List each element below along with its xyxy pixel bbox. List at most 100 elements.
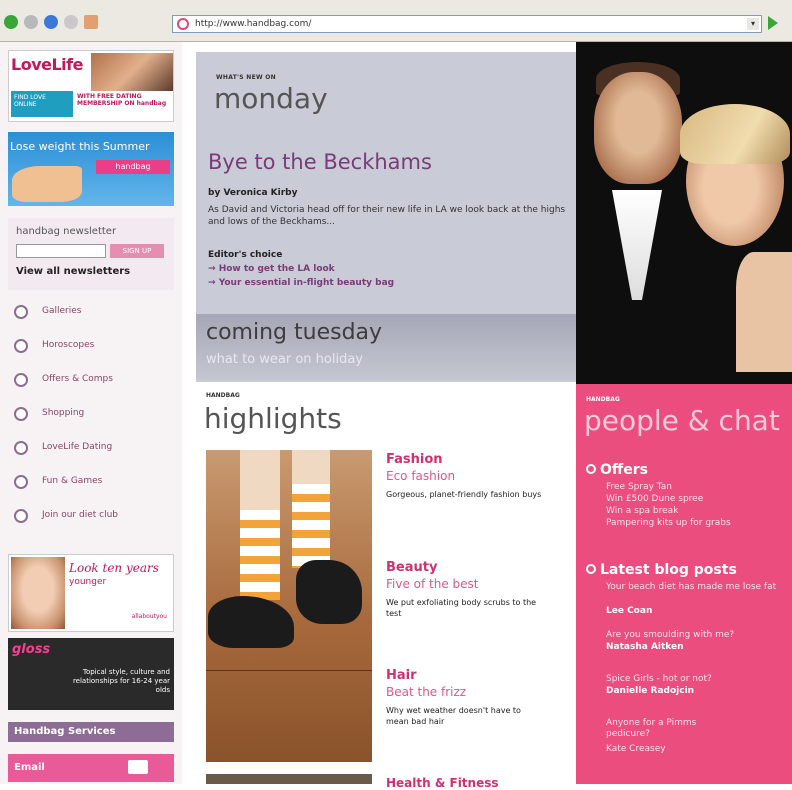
gloss-logo: gloss: [12, 642, 51, 657]
summer-banner[interactable]: Lose weight this Summer handbag: [8, 132, 174, 206]
coming-tuesday-bar[interactable]: coming tuesday what to wear on holiday: [196, 314, 576, 380]
people-chat-panel: HANDBAG people & chat Offers Free Spray …: [576, 384, 792, 784]
back-icon[interactable]: [4, 15, 18, 29]
favicon-icon: [177, 18, 189, 30]
sidebar-nav: Galleries Horoscopes Offers & Comps Shop…: [8, 300, 174, 550]
category-subtitle: Beat the frizz: [386, 685, 467, 699]
offers-heading[interactable]: Offers: [586, 462, 648, 478]
sneakers-photo[interactable]: [206, 450, 372, 762]
sock-shape: [292, 484, 330, 568]
blog-author[interactable]: Danielle Radojcin: [606, 686, 694, 696]
summer-brand: handbag: [96, 160, 170, 174]
sidebar-item-horoscopes[interactable]: Horoscopes: [8, 334, 174, 360]
editors-link[interactable]: → How to get the LA look: [208, 264, 335, 274]
lovelife-left-text: FIND LOVE ONLINE: [11, 91, 73, 117]
dating-icon: [14, 441, 28, 455]
offer-link[interactable]: Win £500 Dune spree: [606, 494, 703, 505]
blog-post-link[interactable]: Your beach diet has made me lose fat: [606, 582, 786, 593]
sidebar-item-label: Horoscopes: [42, 340, 95, 350]
people-chat-prefix: HANDBAG: [586, 396, 620, 403]
sidebar: LoveLife FIND LOVE ONLINE WITH FREE DATI…: [0, 42, 182, 784]
dropdown-icon[interactable]: ▾: [747, 18, 759, 30]
sidebar-item-label: Offers & Comps: [42, 374, 113, 384]
offer-link[interactable]: Pampering kits up for grabs: [606, 518, 731, 529]
blog-post-link[interactable]: Are you smoulding with me?: [606, 630, 734, 641]
nav-buttons: [4, 13, 98, 31]
editors-link-text: How to get the LA look: [218, 264, 335, 274]
day-title: monday: [214, 82, 328, 115]
shoulder-shape: [736, 252, 792, 372]
blog-author[interactable]: Lee Coan: [606, 606, 652, 616]
gloss-description: Topical style, culture and relationships…: [72, 668, 170, 694]
category-title: Fashion: [386, 452, 443, 467]
sidebar-item-fun-games[interactable]: Fun & Games: [8, 470, 174, 496]
newsletter-email-input[interactable]: [16, 244, 106, 258]
handbag-services-header: Handbag Services: [8, 722, 174, 742]
sidebar-item-galleries[interactable]: Galleries: [8, 300, 174, 326]
offer-link[interactable]: Free Spray Tan: [606, 482, 672, 493]
category-desc: We put exfoliating body scrubs to the te…: [386, 598, 537, 618]
couple-photo: [91, 53, 173, 91]
summer-banner-title: Lose weight this Summer: [10, 140, 150, 153]
highlights-prefix: HANDBAG: [206, 392, 240, 399]
address-text: http://www.handbag.com/: [195, 19, 312, 29]
address-bar[interactable]: http://www.handbag.com/ ▾: [172, 15, 762, 33]
sock-shape: [240, 510, 280, 600]
beach-photo: [12, 166, 82, 202]
shirt-shape: [612, 190, 662, 300]
sidebar-item-offers[interactable]: Offers & Comps: [8, 368, 174, 394]
shopping-icon: [14, 407, 28, 421]
look-title: Look ten years: [69, 561, 159, 575]
standfirst: As David and Victoria head off for their…: [208, 205, 566, 227]
look-younger-banner[interactable]: Look ten years younger allaboutyou: [8, 554, 174, 632]
editors-link-text: Your essential in-flight beauty bag: [218, 278, 395, 288]
newsletter-signup-button[interactable]: SIGN UP: [110, 244, 164, 258]
health-fitness-title[interactable]: Health & Fitness: [386, 776, 499, 790]
blog-author[interactable]: Kate Creasey: [606, 744, 666, 755]
newsletter-title: handbag newsletter: [16, 226, 117, 237]
lovelife-logo: LoveLife: [11, 55, 83, 74]
diet-icon: [14, 509, 28, 523]
home-icon[interactable]: [84, 15, 98, 29]
category-subtitle: Eco fashion: [386, 469, 456, 483]
highlight-beauty[interactable]: Beauty Five of the best We put exfoliati…: [386, 560, 546, 619]
email-link[interactable]: Email: [8, 754, 174, 782]
category-subtitle: Five of the best: [386, 577, 479, 591]
feature-headline[interactable]: Bye to the Beckhams: [208, 150, 432, 174]
highlight-hair[interactable]: Hair Beat the frizz Why wet weather does…: [386, 668, 546, 727]
speech-bubble-icon: [586, 564, 596, 574]
highlight-fashion[interactable]: Fashion Eco fashion Gorgeous, planet-fri…: [386, 452, 546, 500]
blog-author[interactable]: Natasha Aitken: [606, 642, 684, 652]
newsletter-box: handbag newsletter SIGN UP View all news…: [8, 218, 174, 290]
blog-heading[interactable]: Latest blog posts: [586, 562, 737, 578]
beckhams-photo[interactable]: [576, 42, 792, 384]
category-title: Beauty: [386, 560, 438, 575]
refresh-icon[interactable]: [44, 15, 58, 29]
look-subtitle: younger: [69, 577, 107, 587]
coming-subtitle: what to wear on holiday: [206, 352, 363, 367]
health-photo[interactable]: [206, 774, 372, 784]
hair-shape: [680, 104, 790, 164]
sidebar-item-lovelife-dating[interactable]: LoveLife Dating: [8, 436, 174, 462]
lovelife-banner[interactable]: LoveLife FIND LOVE ONLINE WITH FREE DATI…: [8, 50, 174, 122]
games-icon: [14, 475, 28, 489]
stop-icon[interactable]: [64, 15, 78, 29]
look-brand: allaboutyou: [131, 613, 167, 620]
go-icon[interactable]: [768, 16, 778, 30]
offers-heading-text: Offers: [600, 462, 648, 478]
email-label: Email: [14, 762, 45, 773]
offer-link[interactable]: Win a spa break: [606, 506, 678, 517]
view-all-newsletters-link[interactable]: View all newsletters: [16, 266, 130, 277]
sidebar-item-diet-club[interactable]: Join our diet club: [8, 504, 174, 530]
sidebar-item-shopping[interactable]: Shopping: [8, 402, 174, 428]
gloss-banner[interactable]: gloss Topical style, culture and relatio…: [8, 638, 174, 710]
browser-toolbar: http://www.handbag.com/ ▾: [0, 0, 792, 42]
envelope-icon: [128, 760, 148, 774]
forward-icon[interactable]: [24, 15, 38, 29]
editors-link[interactable]: → Your essential in-flight beauty bag: [208, 278, 394, 288]
sidebar-item-label: Shopping: [42, 408, 85, 418]
blog-post-link[interactable]: Spice Girls - hot or not?: [606, 674, 712, 685]
byline: by Veronica Kirby: [208, 188, 298, 198]
blog-heading-text: Latest blog posts: [600, 562, 737, 578]
blog-post-link[interactable]: Anyone for a Pimms pedicure?: [606, 718, 716, 740]
